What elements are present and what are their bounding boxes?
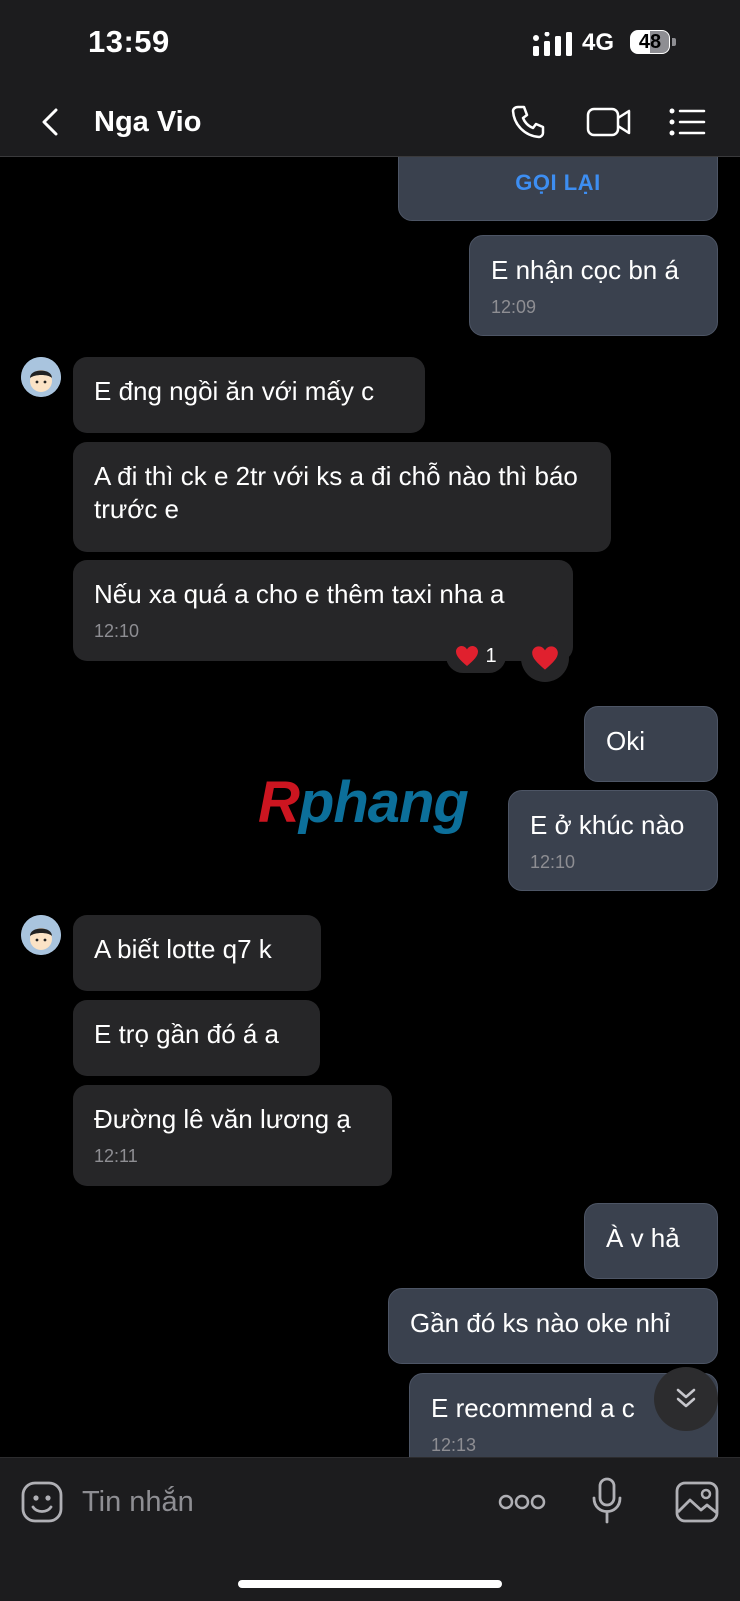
message-time: 12:09 <box>491 297 537 317</box>
message-time: 12:13 <box>431 1435 477 1455</box>
status-bar: 13:59 4G 48 <box>0 0 740 88</box>
double-chevron-down-icon <box>676 1388 696 1408</box>
voice-call-button[interactable] <box>506 100 550 144</box>
message-text: E nhận cọc bn á <box>491 255 679 285</box>
message-bubble-outgoing[interactable]: À v hả <box>584 1203 718 1279</box>
scroll-to-bottom-button[interactable] <box>654 1367 718 1431</box>
photo-picker-button[interactable] <box>674 1480 720 1524</box>
image-gallery-icon <box>675 1481 719 1523</box>
signal-strength-icon <box>533 32 572 56</box>
message-bubble-incoming[interactable]: A đi thì ck e 2tr với ks a đi chỗ nào th… <box>73 442 611 552</box>
call-back-button[interactable]: GỌI LẠI <box>399 166 717 199</box>
back-chevron-icon <box>42 108 58 136</box>
message-bubble-outgoing[interactable]: Oki <box>584 706 718 782</box>
message-text: E đng ngồi ăn với mấy c <box>94 376 375 406</box>
contact-name[interactable]: Nga Vio <box>94 102 201 142</box>
menu-button[interactable] <box>665 100 709 144</box>
sticker-button[interactable] <box>20 1480 64 1524</box>
add-reaction-button[interactable] <box>521 634 569 682</box>
heart-icon <box>456 646 479 666</box>
back-button[interactable] <box>30 102 70 142</box>
chat-header: Nga Vio <box>0 88 740 157</box>
message-text: E ở khúc nào <box>530 810 685 840</box>
message-text: Đường lê văn lương ạ <box>94 1104 351 1134</box>
status-time: 13:59 <box>88 24 170 59</box>
home-indicator[interactable] <box>238 1580 502 1588</box>
contact-avatar[interactable] <box>21 357 61 397</box>
video-call-button[interactable] <box>584 100 634 144</box>
message-text: E trọ gần đó á a <box>94 1019 280 1049</box>
phone-icon <box>511 105 545 139</box>
message-bubble-incoming[interactable]: Đường lê văn lương ạ 12:11 <box>73 1085 392 1186</box>
message-text: À v hả <box>606 1223 680 1253</box>
avatar-icon <box>21 357 61 397</box>
message-input[interactable] <box>82 1478 462 1526</box>
message-text: A biết lotte q7 k <box>94 934 272 964</box>
composer-bar <box>0 1457 740 1601</box>
battery-icon: 48 <box>630 30 676 56</box>
menu-list-icon <box>669 108 706 136</box>
more-dots-icon <box>498 1494 546 1510</box>
message-text: Gần đó ks nào oke nhỉ <box>410 1308 671 1338</box>
battery-level: 48 <box>638 31 662 53</box>
video-camera-icon <box>586 107 631 137</box>
voice-message-button[interactable] <box>590 1476 624 1526</box>
message-bubble-outgoing[interactable]: E ở khúc nào 12:10 <box>508 790 718 891</box>
message-bubble-outgoing[interactable]: Gần đó ks nào oke nhỉ <box>388 1288 718 1364</box>
watermark-logo: Rphang <box>258 770 469 835</box>
message-bubble-incoming[interactable]: E đng ngồi ăn với mấy c <box>73 357 425 433</box>
message-bubble-outgoing[interactable]: E nhận cọc bn á 12:09 <box>469 235 718 336</box>
message-time: 12:10 <box>530 852 576 872</box>
message-text: A đi thì ck e 2tr với ks a đi chỗ nào th… <box>94 461 578 524</box>
message-bubble-incoming[interactable]: E trọ gần đó á a <box>73 1000 320 1076</box>
avatar-icon <box>21 915 61 955</box>
emoji-face-icon <box>21 1481 63 1523</box>
message-text: E recommend a c <box>431 1393 635 1423</box>
contact-avatar[interactable] <box>21 915 61 955</box>
network-type: 4G <box>582 29 615 56</box>
more-options-button[interactable] <box>498 1488 546 1516</box>
message-text: Nếu xa quá a cho e thêm taxi nha a <box>94 579 505 609</box>
microphone-icon <box>592 1477 622 1524</box>
message-text: Oki <box>606 726 645 756</box>
message-bubble-incoming[interactable]: A biết lotte q7 k <box>73 915 321 991</box>
reaction-summary[interactable]: 1 <box>446 639 506 673</box>
heart-icon <box>532 646 558 670</box>
message-list[interactable]: GỌI LẠI E nhận cọc bn á 12:09 E đng ngồi… <box>0 157 740 1457</box>
message-time: 12:11 <box>94 1146 138 1166</box>
reaction-count: 1 <box>485 644 497 667</box>
missed-call-card: GỌI LẠI <box>398 157 718 221</box>
